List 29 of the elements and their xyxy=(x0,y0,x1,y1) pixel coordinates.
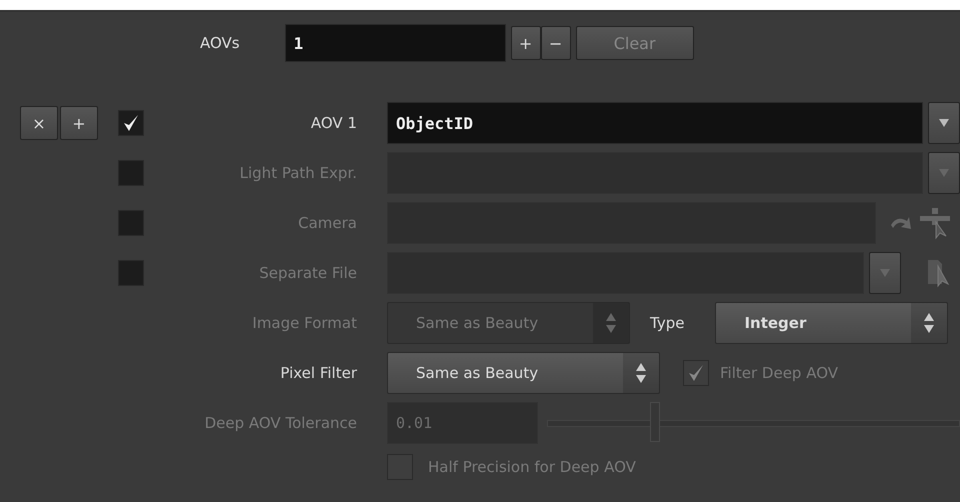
stepper-arrows-icon xyxy=(911,303,948,343)
field-label: Camera xyxy=(298,214,357,232)
caret-icon xyxy=(880,269,890,277)
field-label: Light Path Expr. xyxy=(240,164,357,182)
checkmark-icon xyxy=(688,364,704,382)
stepper-arrows-icon xyxy=(623,353,659,393)
checkbox-label: Filter Deep AOV xyxy=(720,364,838,382)
checkbox[interactable] xyxy=(118,110,144,136)
checkmark-icon xyxy=(123,114,139,132)
type-label: Type xyxy=(650,314,684,332)
pixel-filter-menu[interactable]: Same as Beauty xyxy=(387,352,660,394)
add-button[interactable]: + xyxy=(60,106,98,140)
dropdown-button[interactable] xyxy=(928,102,960,144)
count-field[interactable]: 1 xyxy=(284,24,506,62)
field-label: Separate File xyxy=(259,264,357,282)
stepper-arrows-icon xyxy=(593,303,629,343)
field-label: AOV 1 xyxy=(310,114,357,132)
decrement-button[interactable]: − xyxy=(540,26,571,60)
remove-button[interactable]: × xyxy=(20,106,58,140)
caret-icon xyxy=(939,169,949,177)
node-picker-icon[interactable] xyxy=(918,206,952,240)
text-field[interactable]: ObjectID xyxy=(387,102,923,144)
caret-icon xyxy=(939,119,949,127)
checkbox-label: Half Precision for Deep AOV xyxy=(428,458,636,476)
aovs-label: AOVs xyxy=(200,34,240,52)
field-label: Pixel Filter xyxy=(280,364,357,382)
increment-button[interactable]: + xyxy=(510,26,541,60)
field-label: Image Format xyxy=(252,314,357,332)
field-label: Deep AOV Tolerance xyxy=(204,414,357,432)
